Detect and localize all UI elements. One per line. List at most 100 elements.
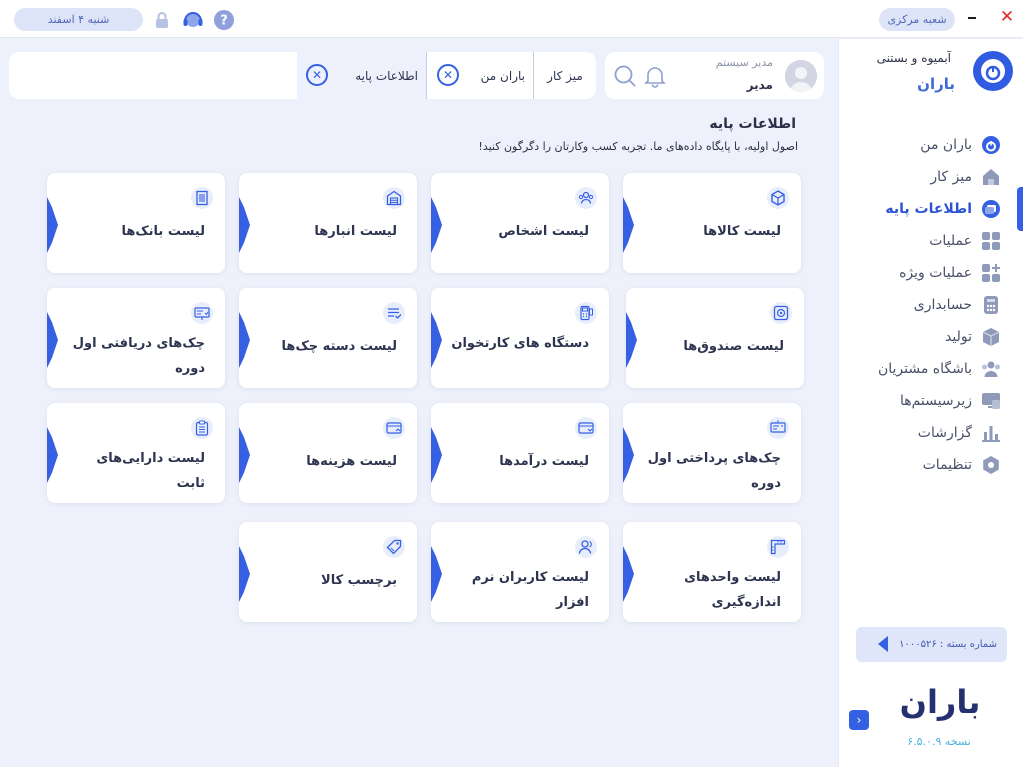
date-badge: شنبه ۴ اسفند [14, 8, 143, 31]
expense-icon [383, 417, 405, 439]
sidebar-item-label: میز کار [930, 169, 972, 185]
sidebar-item-operations[interactable]: عملیات [839, 227, 1023, 255]
tab-divider [533, 52, 534, 99]
sidebar-item-settings[interactable]: تنظیمات [839, 451, 1023, 479]
baran-logo-icon [973, 51, 1013, 91]
card-income-list[interactable]: لیست درآمدها [431, 403, 609, 503]
card-software-users[interactable]: لیست کاربران نرم افزار [431, 522, 609, 622]
card-marker [623, 197, 634, 253]
bank-icon [191, 187, 213, 209]
card-marker [239, 197, 250, 253]
sidebar-item-label: زیرسیستم‌ها [899, 393, 972, 409]
tab-label: میز کار [547, 68, 583, 83]
card-warehouse-list[interactable]: لیست انبارها [239, 173, 417, 273]
close-button[interactable]: ✕ [998, 6, 1016, 28]
sidebar-item-label: باشگاه مشتریان [877, 361, 972, 377]
tab-desk[interactable]: میز کار [534, 52, 596, 99]
received-check-icon [191, 302, 213, 324]
card-pos-devices[interactable]: دستگاه های کارتخوان [431, 288, 609, 388]
close-tab-icon[interactable]: ✕ [306, 64, 328, 86]
sidebar-item-subsystems[interactable]: زیرسیستم‌ها [839, 387, 1023, 415]
user-panel: مدیر سیستم مدیر [605, 52, 824, 99]
tab-baran-man[interactable]: باران من ✕ [427, 52, 533, 99]
sidebar-item-label: باران من [920, 137, 972, 153]
tab-divider [426, 52, 427, 99]
home-icon [981, 167, 1001, 187]
card-cashbox-list[interactable]: لیست صندوق‌ها [626, 288, 804, 388]
user-icon [575, 536, 597, 558]
avatar[interactable] [785, 60, 817, 92]
sidebar-item-label: اطلاعات پایه [885, 201, 972, 217]
card-label: لیست صندوق‌ها [683, 339, 784, 354]
brand-wordmark: باران [901, 683, 979, 721]
sidebar-item-reports[interactable]: گزارشات [839, 419, 1023, 447]
arrow-left-icon [878, 636, 888, 652]
box-icon [981, 327, 1001, 347]
card-expense-list[interactable]: لیست هزینه‌ها [239, 403, 417, 503]
active-nav-marker [1017, 187, 1023, 231]
safe-icon [770, 302, 792, 324]
package-info[interactable]: شماره بسته : ۱۰۰۰۵۲۶ [856, 627, 1007, 662]
grid-plus-icon [981, 263, 1001, 283]
sidebar-item-label: حسابداری [913, 297, 972, 313]
card-label: لیست دسته چک‌ها [281, 339, 397, 354]
paid-check-icon [767, 417, 789, 439]
close-tab-icon[interactable]: ✕ [437, 64, 459, 86]
users-icon [981, 359, 1001, 379]
lock-icon[interactable] [150, 8, 174, 32]
tab-base-info[interactable]: اطلاعات پایه ✕ [297, 52, 426, 99]
card-label: لیست کاربران نرم افزار [471, 570, 589, 610]
minimize-button[interactable] [968, 17, 976, 19]
card-marker [626, 312, 637, 368]
support-headset-icon[interactable] [181, 8, 205, 32]
sidebar-item-base-info[interactable]: اطلاعات پایه [839, 195, 1023, 223]
card-fixed-assets[interactable]: لیست دارایی‌های ثابت [47, 403, 225, 503]
card-bank-list[interactable]: لیست بانک‌ها [47, 173, 225, 273]
sidebar: آبمیوه و بستنی باران باران من میز کار اط… [838, 39, 1023, 767]
card-checkbook-list[interactable]: لیست دسته چک‌ها [239, 288, 417, 388]
card-product-label[interactable]: برچسب کالا [239, 522, 417, 622]
card-product-list[interactable]: لیست کالاها [623, 173, 801, 273]
warehouse-icon [383, 187, 405, 209]
calculator-icon [981, 295, 1001, 315]
tag-icon [383, 536, 405, 558]
card-marker [239, 427, 250, 483]
collapse-sidebar-button[interactable]: › [849, 710, 869, 730]
card-received-checks[interactable]: چک‌های دریافتی اول دوره [47, 288, 225, 388]
help-icon[interactable]: ? [212, 8, 236, 32]
svg-text:?: ? [220, 14, 228, 29]
app-version: نسخه ۶.۵.۰.۹ [907, 735, 971, 748]
top-bar: شنبه ۴ اسفند ? شعبه مرکزی ✕ [0, 0, 1023, 38]
card-persons-list[interactable]: لیست اشخاص [431, 173, 609, 273]
app-name: باران [917, 75, 955, 93]
sidebar-item-label: تنظیمات [922, 457, 972, 473]
search-icon[interactable] [613, 64, 637, 88]
tab-bar: میز کار باران من ✕ اطلاعات پایه ✕ [9, 52, 596, 99]
tab-label: اطلاعات پایه [355, 68, 418, 83]
package-number: شماره بسته : ۱۰۰۰۵۲۶ [899, 639, 997, 650]
sidebar-item-baran-man[interactable]: باران من [839, 131, 1023, 159]
bell-icon[interactable] [643, 64, 667, 88]
card-marker [431, 427, 442, 483]
card-marker [431, 197, 442, 253]
card-marker [47, 427, 58, 483]
card-marker [239, 546, 250, 602]
sidebar-item-label: عملیات [929, 233, 972, 249]
sidebar-item-production[interactable]: تولید [839, 323, 1023, 351]
card-paid-checks[interactable]: چک‌های پرداختی اول دوره [623, 403, 801, 503]
chart-icon [981, 423, 1001, 443]
branch-badge[interactable]: شعبه مرکزی [879, 8, 955, 31]
brand-logo: باران [900, 679, 981, 725]
sidebar-item-accounting[interactable]: حسابداری [839, 291, 1023, 319]
sidebar-item-special-operations[interactable]: عملیات ویژه [839, 259, 1023, 287]
checkbook-icon [383, 302, 405, 324]
people-icon [575, 187, 597, 209]
sidebar-item-customer-club[interactable]: باشگاه مشتریان [839, 355, 1023, 383]
card-label: لیست اشخاص [498, 224, 589, 239]
sidebar-item-desk[interactable]: میز کار [839, 163, 1023, 191]
card-label: دستگاه های کارتخوان [451, 336, 589, 351]
sidebar-item-label: گزارشات [917, 425, 972, 441]
card-units-list[interactable]: لیست واحدهای اندازه‌گیری [623, 522, 801, 622]
tab-label: باران من [480, 68, 525, 83]
user-name: مدیر [746, 78, 773, 92]
